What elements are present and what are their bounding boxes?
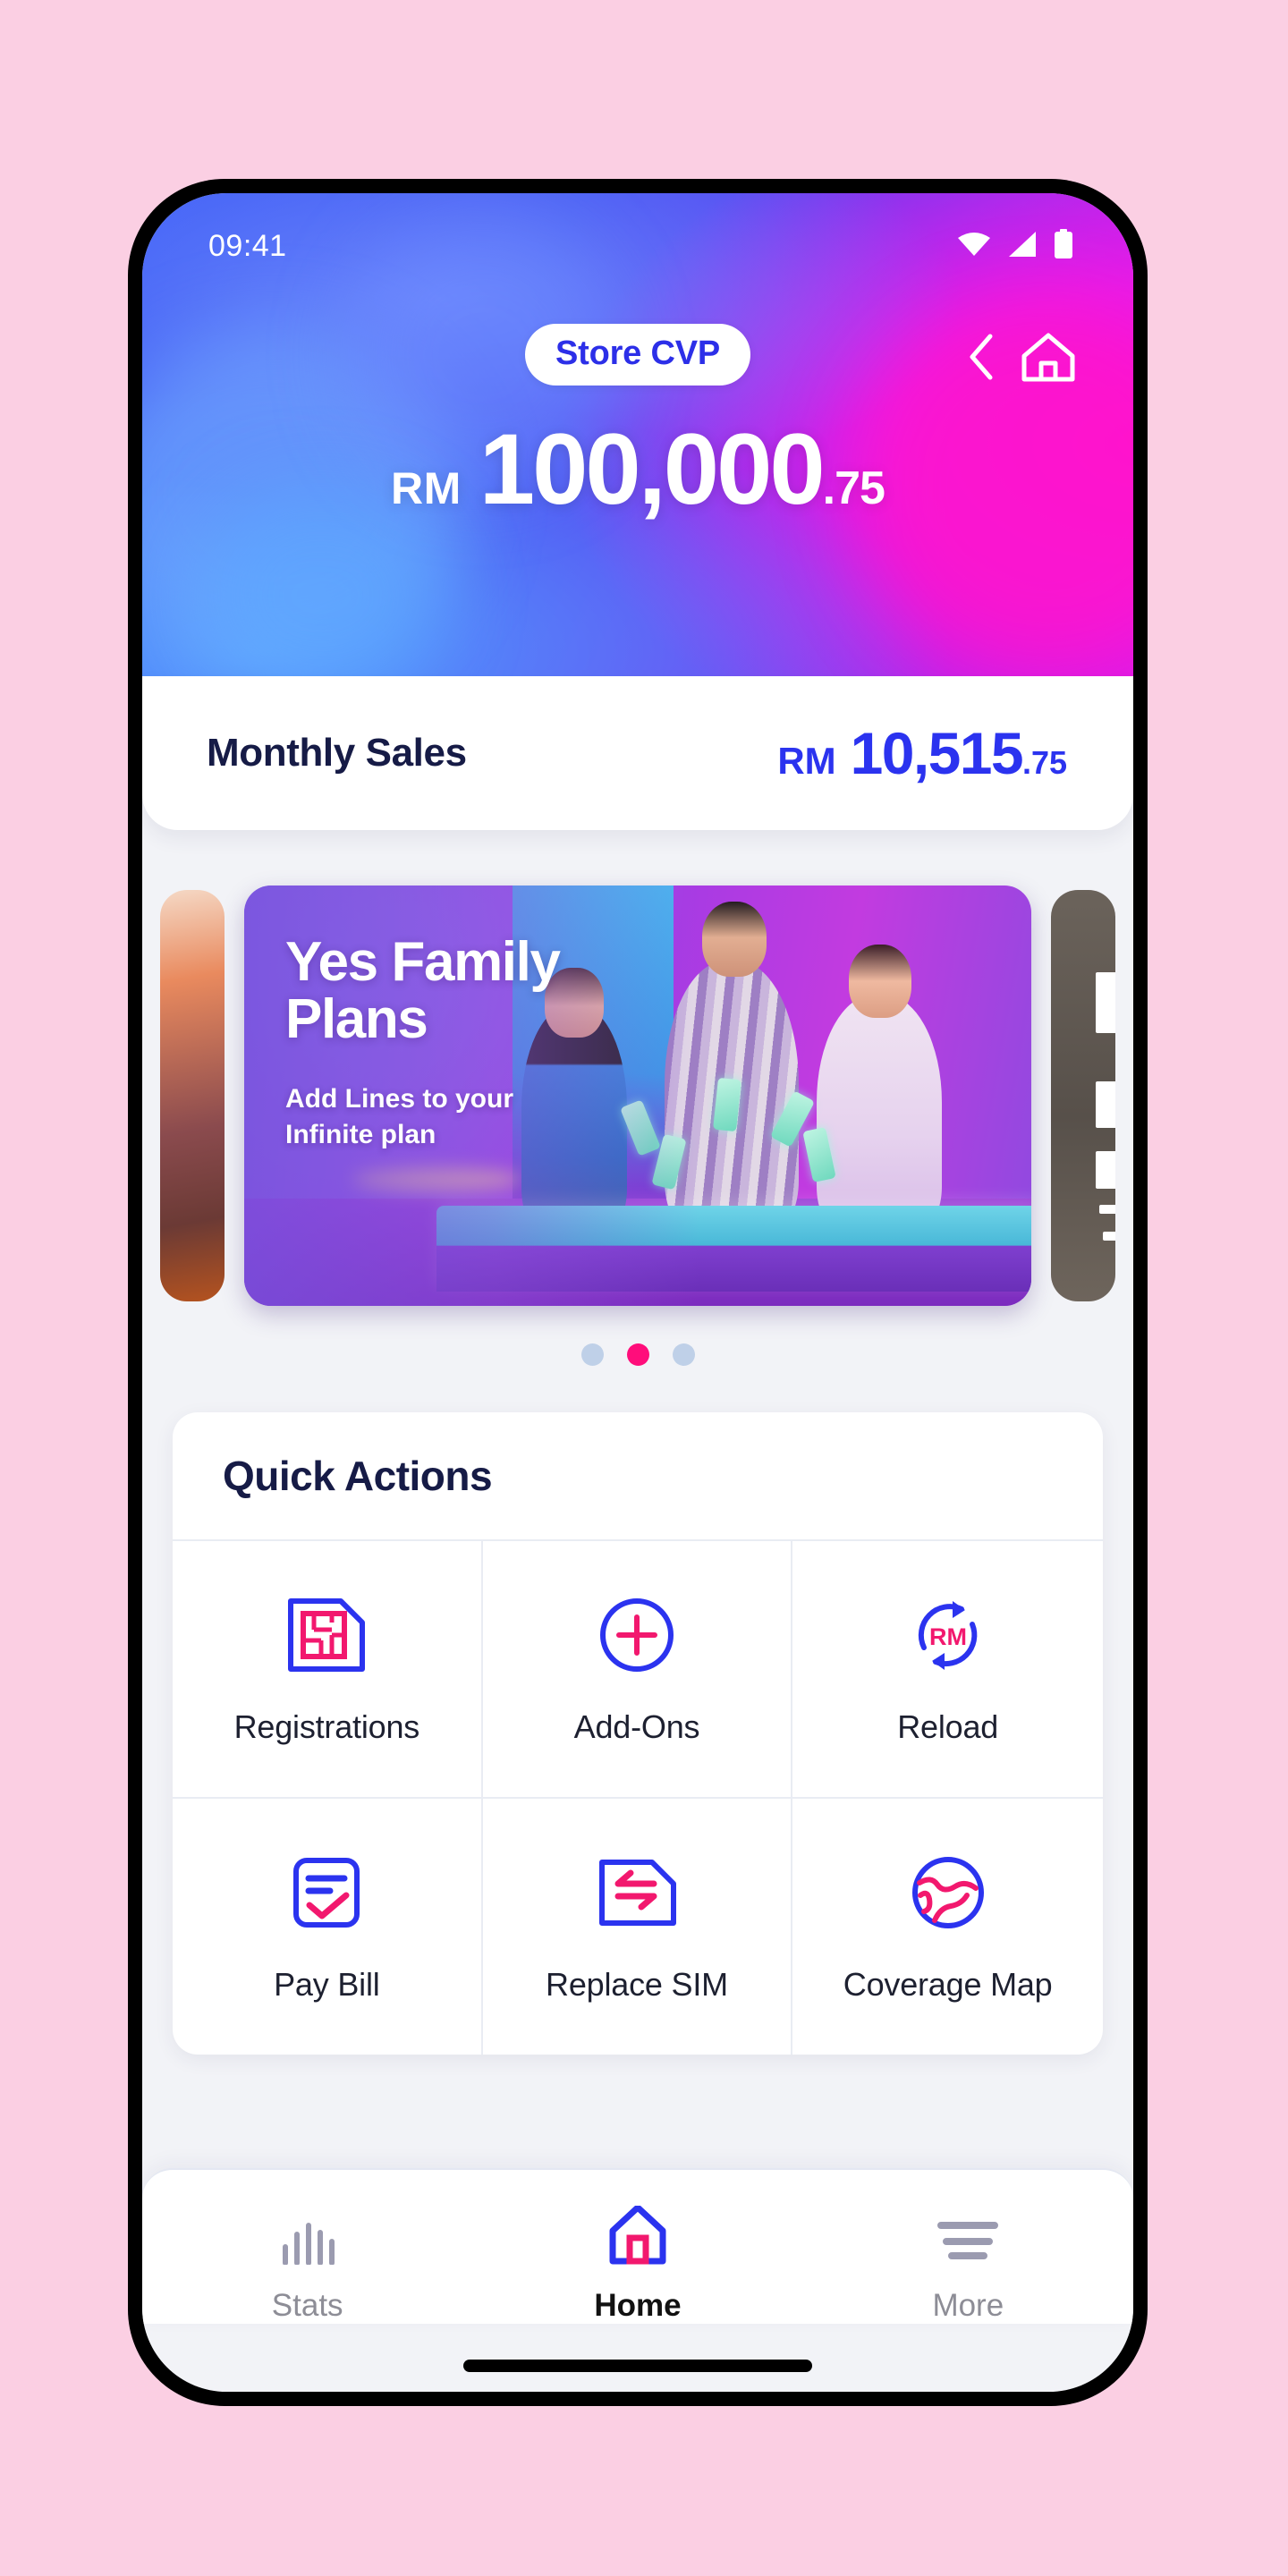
quick-action-label: Coverage Map <box>843 1966 1053 2003</box>
sim-card-icon <box>285 1592 368 1678</box>
quick-action-label: Registrations <box>233 1708 420 1745</box>
hero-header: 09:41 Store CVP RM 100,000 .75 <box>142 193 1133 676</box>
hamburger-icon <box>932 2206 1004 2265</box>
quick-action-label: Add-Ons <box>573 1708 700 1745</box>
quick-action-pay-bill[interactable]: Pay Bill <box>173 1797 483 2055</box>
monthly-sales-amount: RM 10,515 .75 <box>777 719 1067 787</box>
banner-text-fragment <box>1096 1081 1115 1128</box>
carousel-track[interactable]: Yes Family Plans Add Lines to your Infin… <box>142 886 1133 1306</box>
banner-person-head <box>849 945 911 1018</box>
carousel-dot-active[interactable] <box>626 1343 649 1366</box>
hero-nav-icons <box>963 329 1080 385</box>
quick-actions-grid: Registrations Add-Ons RM Reload Pay Bill… <box>173 1539 1103 2055</box>
phone-frame: 09:41 Store CVP RM 100,000 .75 Monthly S… <box>128 179 1148 2406</box>
quick-action-registrations[interactable]: Registrations <box>173 1539 483 1797</box>
banner-carousel: Yes Family Plans Add Lines to your Infin… <box>142 830 1133 1366</box>
nav-label: Home <box>594 2288 682 2323</box>
store-cvp-amount: RM 100,000 .75 <box>142 413 1133 525</box>
monthly-sales-decimal: .75 <box>1021 744 1067 781</box>
store-cvp-badge: Store CVP <box>524 324 751 386</box>
quick-action-coverage-map[interactable]: Coverage Map <box>792 1797 1103 2055</box>
carousel-pagination-dots <box>142 1343 1133 1366</box>
quick-action-replace-sim[interactable]: Replace SIM <box>482 1797 793 2055</box>
home-indicator <box>463 2360 812 2372</box>
swap-sim-icon <box>595 1850 679 1936</box>
cvp-amount-integer: 100,000 <box>479 413 826 525</box>
status-bar: 09:41 <box>142 193 1133 275</box>
quick-actions-card: Quick Actions Registrations Add-Ons RM R… <box>173 1412 1103 2055</box>
nav-item-more[interactable]: More <box>803 2206 1133 2324</box>
battery-icon <box>1053 228 1074 264</box>
quick-action-label: Replace SIM <box>546 1966 728 2003</box>
nav-label: More <box>932 2288 1004 2323</box>
quick-action-reload[interactable]: RM Reload <box>792 1539 1103 1797</box>
cvp-amount-decimal: .75 <box>822 462 886 514</box>
quick-actions-title: Quick Actions <box>223 1453 493 1499</box>
cvp-currency: RM <box>391 463 462 513</box>
carousel-slide-previous[interactable] <box>160 890 225 1301</box>
banner-text-fragment <box>1103 1232 1115 1241</box>
status-bar-icons <box>956 228 1074 264</box>
nav-item-stats[interactable]: Stats <box>142 2206 472 2324</box>
bottom-navigation: Stats Home More <box>142 2168 1133 2324</box>
carousel-slide-next[interactable] <box>1051 890 1115 1301</box>
monthly-sales-currency: RM <box>777 740 836 782</box>
quick-action-label: Pay Bill <box>274 1966 380 2003</box>
banner-text-fragment <box>1096 1151 1115 1189</box>
banner-subtitle: Add Lines to your Infinite plan <box>285 1083 513 1150</box>
status-bar-time: 09:41 <box>208 228 287 263</box>
carousel-slide-active[interactable]: Yes Family Plans Add Lines to your Infin… <box>244 886 1031 1306</box>
home-icon[interactable] <box>1017 329 1080 385</box>
bar-chart-icon <box>276 2206 339 2265</box>
wifi-icon <box>956 231 992 262</box>
carousel-dot[interactable] <box>580 1343 604 1366</box>
banner-title: Yes Family Plans <box>285 931 561 1051</box>
banner-text-fragment <box>1099 1205 1115 1214</box>
banner-person-head <box>702 902 767 977</box>
monthly-sales-card[interactable]: Monthly Sales RM 10,515 .75 <box>142 676 1133 830</box>
svg-text:RM: RM <box>929 1623 967 1650</box>
cellular-signal-icon <box>1007 231 1038 262</box>
plus-circle-icon <box>597 1592 677 1678</box>
monthly-sales-integer: 10,515 <box>850 720 1024 786</box>
phone-screen: 09:41 Store CVP RM 100,000 .75 Monthly S… <box>142 193 1133 2392</box>
reload-rm-icon: RM <box>906 1592 990 1678</box>
quick-action-add-ons[interactable]: Add-Ons <box>482 1539 793 1797</box>
home-icon <box>600 2206 675 2265</box>
nav-item-home[interactable]: Home <box>472 2206 802 2324</box>
banner-text-fragment <box>1096 972 1115 1033</box>
banner-copy: Yes Family Plans Add Lines to your Infin… <box>285 931 625 1153</box>
chevron-left-icon[interactable] <box>963 331 999 383</box>
nav-label: Stats <box>271 2288 343 2323</box>
quick-action-label: Reload <box>897 1708 999 1745</box>
carousel-dot[interactable] <box>672 1343 695 1366</box>
bill-check-icon <box>287 1850 366 1936</box>
monthly-sales-label: Monthly Sales <box>207 731 467 775</box>
banner-person <box>817 995 942 1229</box>
globe-icon <box>908 1850 988 1936</box>
